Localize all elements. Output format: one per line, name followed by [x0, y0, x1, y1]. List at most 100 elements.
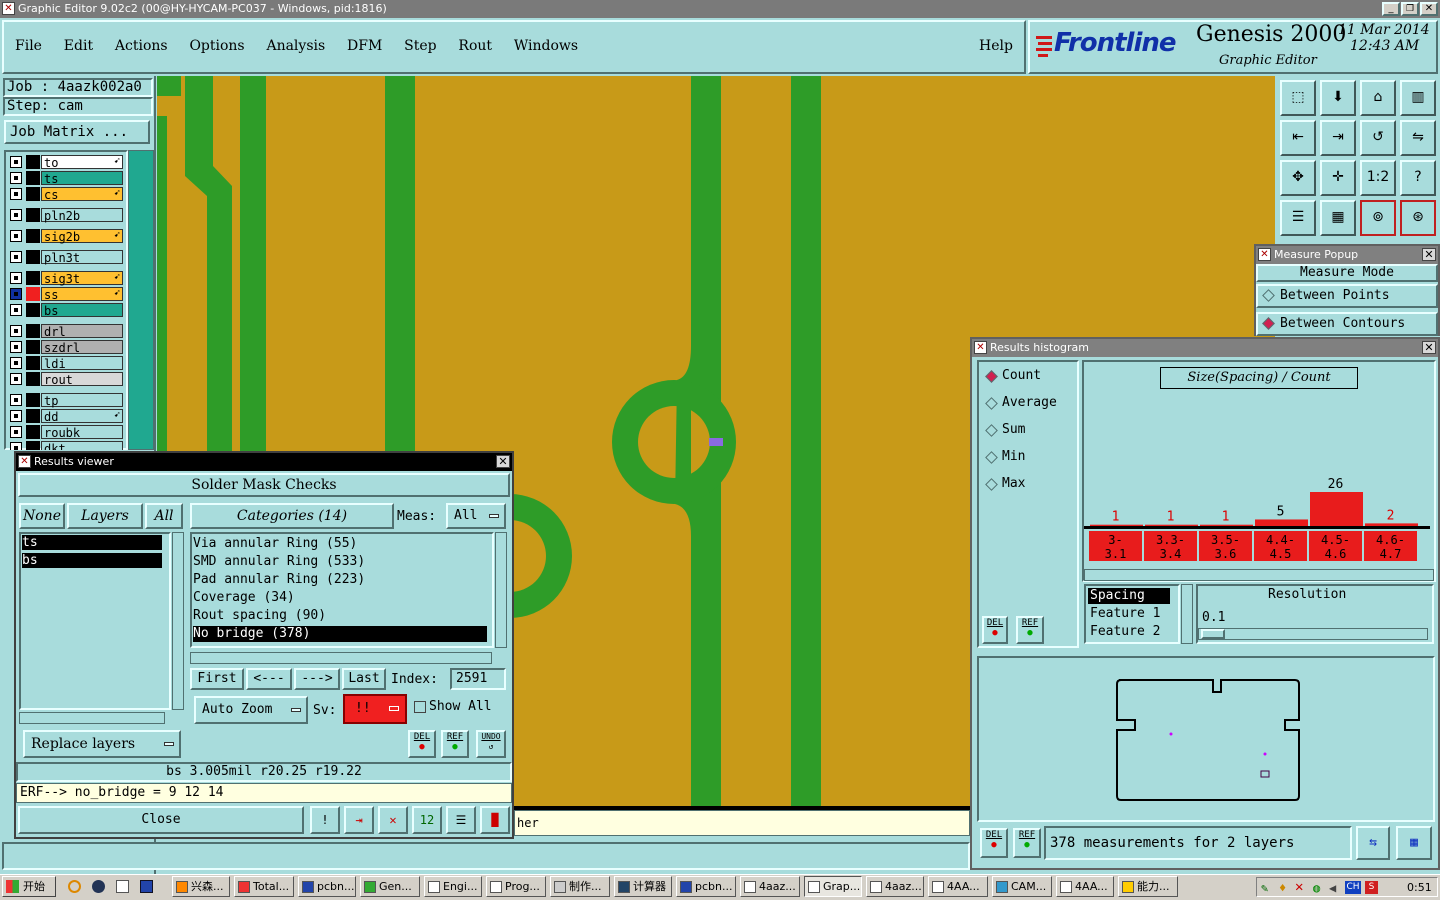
- layer-row-dd[interactable]: dd ➹: [8, 409, 124, 424]
- start-button[interactable]: 开始: [2, 876, 56, 897]
- layer-row-roubk[interactable]: roubk: [8, 425, 124, 440]
- taskbar-item[interactable]: 4AA...: [1056, 876, 1114, 897]
- layer-name[interactable]: ss: [41, 287, 123, 302]
- layer-name[interactable]: roubk: [41, 425, 123, 440]
- histogram-bar[interactable]: [1255, 519, 1308, 526]
- feature-list-spacing[interactable]: Spacing: [1088, 588, 1170, 604]
- layer-color-swatch[interactable]: [26, 171, 40, 185]
- layer-checkbox[interactable]: [10, 304, 22, 316]
- zoom-forward-icon[interactable]: ⇥: [1320, 120, 1356, 156]
- rv-ref-button[interactable]: REF ●: [441, 730, 469, 758]
- tray-shield-icon[interactable]: ♦: [1279, 881, 1286, 895]
- layer-row-bs[interactable]: bs: [8, 303, 124, 318]
- layer-color-swatch[interactable]: [26, 324, 40, 338]
- layers-button[interactable]: Layers: [67, 503, 143, 529]
- layer-row-ts[interactable]: ts: [8, 171, 124, 186]
- layer-name[interactable]: sig2b: [41, 229, 123, 244]
- hist-option-average[interactable]: Average: [982, 394, 1076, 414]
- taskbar-item[interactable]: 4aaz...: [866, 876, 924, 897]
- hist-ref-button[interactable]: REF ●: [1016, 616, 1044, 644]
- taskbar-item[interactable]: pcbn...: [298, 876, 356, 897]
- category-item[interactable]: Coverage (34): [193, 590, 487, 606]
- tray-clock[interactable]: 0:51: [1407, 881, 1432, 894]
- layer-select-ts[interactable]: ts: [22, 535, 162, 550]
- rv-del-button[interactable]: DEL ●: [408, 730, 436, 758]
- layer-name[interactable]: cs: [41, 187, 123, 202]
- layer-name[interactable]: drl: [41, 324, 123, 339]
- taskbar-item[interactable]: 能力...: [1118, 876, 1178, 897]
- layer-color-swatch[interactable]: [26, 155, 40, 169]
- category-item[interactable]: Via annular Ring (55): [193, 536, 487, 552]
- zoom-home-icon[interactable]: ⬚: [1280, 80, 1316, 116]
- layer-list-vscroll[interactable]: [172, 532, 184, 710]
- categories-button[interactable]: Categories (14): [190, 503, 394, 529]
- categories-hscroll[interactable]: [190, 652, 492, 664]
- layer-color-swatch[interactable]: [26, 425, 40, 439]
- layer-row-tp[interactable]: tp: [8, 393, 124, 408]
- index-input[interactable]: 2591: [450, 668, 506, 690]
- pan-icon[interactable]: ⇋: [1400, 120, 1436, 156]
- first-button[interactable]: First: [190, 668, 244, 690]
- help-query-icon[interactable]: ?: [1400, 160, 1436, 196]
- layer-color-swatch[interactable]: [26, 356, 40, 370]
- histogram-close-icon[interactable]: ✕: [1422, 341, 1436, 354]
- menu-analysis[interactable]: Analysis: [266, 38, 325, 54]
- resolution-slider-thumb[interactable]: [1201, 629, 1225, 639]
- measure-between-points[interactable]: Between Points: [1256, 284, 1438, 308]
- taskbar-item[interactable]: 4aaz...: [740, 876, 800, 897]
- feature-list-vscroll[interactable]: [1181, 584, 1193, 644]
- taskbar-item[interactable]: 4AA...: [928, 876, 988, 897]
- menu-file[interactable]: File: [15, 38, 42, 54]
- layer-name[interactable]: dkt: [41, 441, 123, 450]
- layer-checkbox[interactable]: [10, 373, 22, 385]
- taskbar-item[interactable]: CAM...: [992, 876, 1052, 897]
- layer-row-pln3t[interactable]: pln3t: [8, 250, 124, 265]
- category-item[interactable]: No bridge (378): [193, 626, 487, 642]
- taskbar-item[interactable]: pcbn...: [676, 876, 736, 897]
- layer-color-swatch[interactable]: [26, 409, 40, 423]
- layer-row-to[interactable]: to ➹: [8, 155, 124, 170]
- taskbar-item[interactable]: Gen...: [360, 876, 420, 897]
- layer-checkbox[interactable]: [10, 394, 22, 406]
- zoom-back-icon[interactable]: ⇤: [1280, 120, 1316, 156]
- menu-rout[interactable]: Rout: [458, 38, 492, 54]
- save-icon[interactable]: [140, 880, 153, 893]
- settings-sliders-icon[interactable]: ☰: [1280, 200, 1316, 236]
- all-layers-button[interactable]: All: [145, 503, 183, 529]
- histogram-bar[interactable]: [1310, 492, 1363, 526]
- layer-checkbox[interactable]: [10, 426, 22, 438]
- layer-name[interactable]: ts: [41, 171, 123, 186]
- hist-option-max[interactable]: Max: [982, 475, 1076, 495]
- tray-pen-icon[interactable]: ✎: [1261, 881, 1268, 895]
- layer-select-bs[interactable]: bs: [22, 553, 162, 568]
- layer-name[interactable]: tp: [41, 393, 123, 408]
- scale-1-2-icon[interactable]: 1:2: [1360, 160, 1396, 196]
- notes-icon[interactable]: ☰: [446, 806, 476, 834]
- layer-row-sig3t[interactable]: sig3t ➹: [8, 271, 124, 286]
- menu-options[interactable]: Options: [189, 38, 244, 54]
- histogram-bar[interactable]: [1145, 524, 1198, 526]
- category-item[interactable]: Rout spacing (90): [193, 608, 487, 624]
- none-button[interactable]: None: [19, 503, 65, 529]
- hist-ref-button-2[interactable]: REF ●: [1013, 828, 1041, 858]
- layer-checkbox[interactable]: [10, 209, 22, 221]
- feature-list-feature1[interactable]: Feature 1: [1088, 606, 1160, 622]
- center-icon[interactable]: ✛: [1320, 160, 1356, 196]
- layer-row-ldi[interactable]: ldi: [8, 356, 124, 371]
- layer-list-scrollbar[interactable]: [128, 150, 154, 450]
- layer-checkbox[interactable]: [10, 251, 22, 263]
- hist-del-button[interactable]: DEL ●: [982, 616, 1008, 644]
- minimize-button[interactable]: _: [1382, 2, 1400, 16]
- undo-zoom-icon[interactable]: ↺: [1360, 120, 1396, 156]
- taskbar-item[interactable]: Grap...: [804, 876, 862, 897]
- layer-color-swatch[interactable]: [26, 340, 40, 354]
- layer-name[interactable]: pln3t: [41, 250, 123, 265]
- export-icon[interactable]: ⇥: [344, 806, 374, 834]
- layer-color-swatch[interactable]: [26, 303, 40, 317]
- rv-close-button[interactable]: Close: [18, 806, 304, 834]
- edit-icon[interactable]: [116, 880, 129, 893]
- close-window-button[interactable]: ✕: [1420, 2, 1438, 16]
- rv-undo-button[interactable]: UNDO ↺: [476, 730, 506, 758]
- tray-speaker-icon[interactable]: ◀: [1329, 881, 1336, 895]
- layer-checkbox[interactable]: [10, 410, 22, 422]
